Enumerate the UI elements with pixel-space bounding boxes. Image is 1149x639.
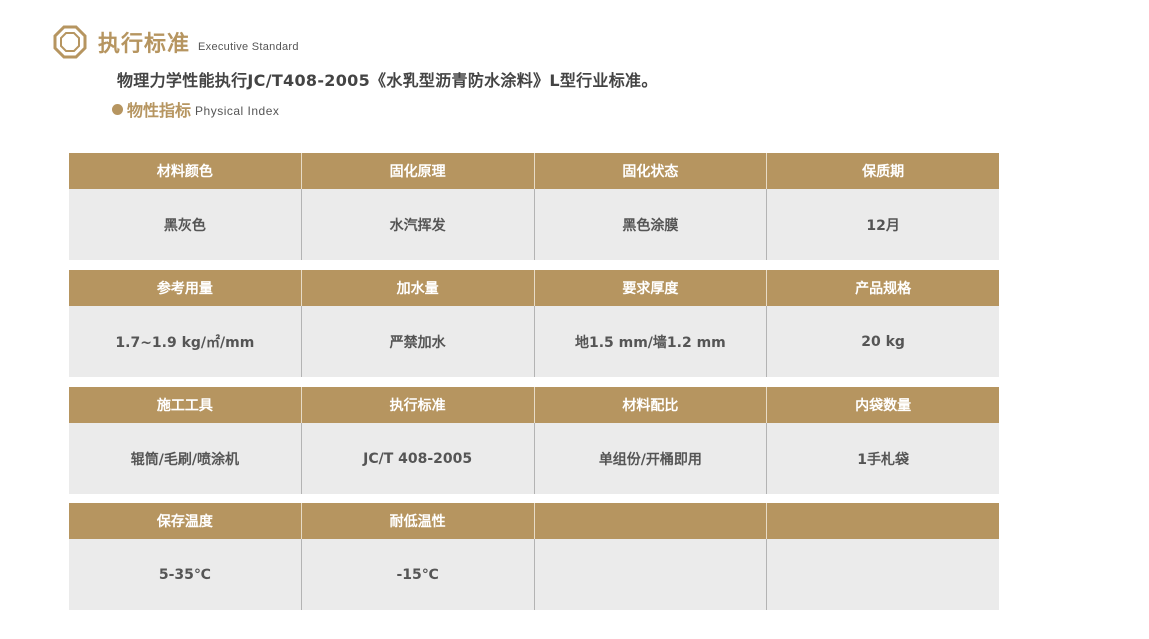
spec-value-cell: 1手札袋: [766, 423, 999, 494]
spec-table-4: 保存温度 耐低温性 5-35℃ -15℃: [69, 503, 999, 610]
spec-header-cell: [533, 503, 767, 539]
spec-header-cell: 固化状态: [533, 153, 767, 189]
spec-header-cell: 加水量: [300, 270, 534, 306]
spec-value-cell: [533, 539, 767, 610]
spec-value-row: 5-35℃ -15℃: [69, 539, 999, 610]
spec-value-cell: -15℃: [300, 539, 534, 610]
spec-value-row: 1.7~1.9 kg/㎡/mm 严禁加水 地1.5 mm/墙1.2 mm 20 …: [69, 306, 999, 377]
spec-value-row: 黑灰色 水汽挥发 黑色涂膜 12月: [69, 189, 999, 260]
spec-header-cell: 保质期: [766, 153, 999, 189]
section-header: 执行标准 Executive Standard: [52, 24, 299, 60]
spec-header-cell: 参考用量: [156, 281, 213, 297]
spec-header-cell: 材料颜色: [156, 164, 213, 180]
spec-value-cell: 地1.5 mm/墙1.2 mm: [533, 306, 767, 377]
spec-header-cell: [766, 503, 999, 539]
bullet-dot-icon: [112, 103, 123, 115]
spec-header-cell: 材料配比: [533, 387, 767, 423]
section-title-english: Executive Standard: [198, 41, 299, 53]
spec-value-cell: 20 kg: [766, 306, 999, 377]
spec-header-row: 施工工具 执行标准 材料配比 内袋数量: [69, 387, 999, 423]
spec-value-cell: 黑灰色: [163, 217, 206, 234]
spec-value-cell: 12月: [766, 189, 999, 260]
spec-value-cell: 辊筒/毛刷/喷涂机: [130, 451, 239, 468]
spec-value-cell: 单组份/开桶即用: [533, 423, 767, 494]
spec-header-cell: 保存温度: [156, 514, 213, 530]
spec-header-cell: 执行标准: [300, 387, 534, 423]
spec-value-cell: 黑色涂膜: [533, 189, 767, 260]
spec-header-cell: 耐低温性: [300, 503, 534, 539]
spec-header-cell: 内袋数量: [766, 387, 999, 423]
intro-text: 物理力学性能执行JC/T408-2005《水乳型沥青防水涂料》L型行业标准。: [117, 71, 658, 90]
spec-value-cell: 5-35℃: [158, 566, 211, 583]
spec-table-2: 参考用量 加水量 要求厚度 产品规格 1.7~1.9 kg/㎡/mm 严禁加水 …: [69, 270, 999, 377]
spec-value-cell: 严禁加水: [300, 306, 534, 377]
spec-table-3: 施工工具 执行标准 材料配比 内袋数量 辊筒/毛刷/喷涂机 JC/T 408-2…: [69, 387, 999, 494]
subheading: 物性指标 Physical Index: [112, 97, 279, 121]
spec-header-cell: 固化原理: [300, 153, 534, 189]
octagon-ring-icon: [53, 25, 87, 59]
spec-value-row: 辊筒/毛刷/喷涂机 JC/T 408-2005 单组份/开桶即用 1手札袋: [69, 423, 999, 494]
subheading-title: 物性指标: [127, 101, 192, 120]
spec-value-cell: 1.7~1.9 kg/㎡/mm: [115, 334, 255, 351]
section-title: 执行标准: [98, 32, 191, 57]
spec-header-row: 材料颜色 固化原理 固化状态 保质期: [69, 153, 999, 189]
spec-table-1: 材料颜色 固化原理 固化状态 保质期 黑灰色 水汽挥发 黑色涂膜 12月: [69, 153, 999, 260]
spec-value-cell: [766, 539, 999, 610]
subheading-title-english: Physical Index: [195, 103, 280, 118]
spec-header-row: 参考用量 加水量 要求厚度 产品规格: [69, 270, 999, 306]
spec-value-cell: 水汽挥发: [300, 189, 534, 260]
spec-header-cell: 施工工具: [156, 398, 213, 414]
spec-header-cell: 要求厚度: [533, 270, 767, 306]
spec-header-row: 保存温度 耐低温性: [69, 503, 999, 539]
spec-value-cell: JC/T 408-2005: [300, 423, 534, 494]
spec-header-cell: 产品规格: [766, 270, 999, 306]
